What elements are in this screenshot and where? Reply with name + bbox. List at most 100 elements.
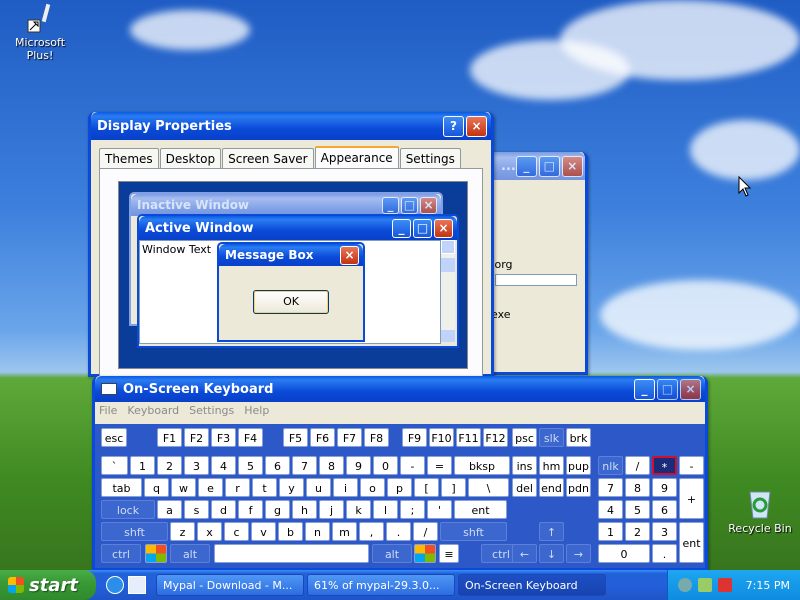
help-button[interactable]: ?	[443, 115, 464, 137]
key-1-7[interactable]: 7	[292, 456, 317, 475]
key-1-18[interactable]: /	[625, 456, 650, 475]
key-1-13[interactable]: bksp	[454, 456, 510, 475]
key-3-12[interactable]: ent	[454, 500, 507, 519]
spacebar-key[interactable]	[214, 544, 369, 563]
key-1-9[interactable]: 9	[346, 456, 371, 475]
key-5-6[interactable]: →	[566, 544, 591, 563]
key-0-10[interactable]: F10	[429, 428, 454, 447]
key-2-12[interactable]: ]	[441, 478, 466, 497]
key-2-15[interactable]: end	[539, 478, 564, 497]
background-window[interactable]: ... _ □ × .org exe	[478, 152, 588, 375]
key-1-20[interactable]: -	[679, 456, 704, 475]
key-5-1[interactable]: alt	[170, 544, 210, 563]
key-1-14[interactable]: ins	[512, 456, 537, 475]
key-1-12[interactable]: =	[427, 456, 452, 475]
close-button[interactable]: ×	[466, 115, 487, 137]
menu-key-icon[interactable]: ≡	[439, 544, 459, 563]
key-2-5[interactable]: t	[252, 478, 277, 497]
close-button[interactable]: ×	[680, 378, 701, 400]
key-0-5[interactable]: F5	[283, 428, 308, 447]
key-5-7[interactable]: 0	[598, 544, 650, 563]
key-4-4[interactable]: v	[251, 522, 276, 541]
key-0-14[interactable]: slk	[539, 428, 564, 447]
key-3-0[interactable]: lock	[101, 500, 155, 519]
network-icon[interactable]	[697, 578, 712, 592]
key-1-15[interactable]: hm	[539, 456, 564, 475]
key-3-4[interactable]: f	[238, 500, 263, 519]
key-2-2[interactable]: w	[171, 478, 196, 497]
key-3-5[interactable]: g	[265, 500, 290, 519]
key-1-11[interactable]: -	[400, 456, 425, 475]
key-1-0[interactable]: `	[101, 456, 128, 475]
key-0-6[interactable]: F6	[310, 428, 335, 447]
key-2-0[interactable]: tab	[101, 478, 142, 497]
key-2-8[interactable]: i	[333, 478, 358, 497]
key-4-11[interactable]: shft	[440, 522, 507, 541]
key-0-2[interactable]: F2	[184, 428, 209, 447]
key-1-8[interactable]: 8	[319, 456, 344, 475]
close-button[interactable]: ×	[561, 155, 583, 177]
key-3-6[interactable]: h	[292, 500, 317, 519]
osk-titlebar[interactable]: On-Screen Keyboard _ □ ×	[95, 376, 705, 402]
key-4-14[interactable]: 2	[625, 522, 650, 541]
key-1-10[interactable]: 0	[373, 456, 398, 475]
key-5-8[interactable]: .	[652, 544, 677, 563]
key-4-5[interactable]: b	[278, 522, 303, 541]
show-desktop-icon[interactable]	[128, 576, 146, 594]
key-0-11[interactable]: F11	[456, 428, 481, 447]
key-2-1[interactable]: q	[144, 478, 169, 497]
key-4-8[interactable]: ,	[359, 522, 384, 541]
key-4-3[interactable]: c	[224, 522, 249, 541]
windows-key-icon[interactable]	[414, 544, 436, 563]
key-0-12[interactable]: F12	[483, 428, 508, 447]
taskbar-item-osk[interactable]: On-Screen Keyboard	[458, 574, 606, 596]
maximize-button[interactable]: □	[538, 155, 560, 177]
tab-settings[interactable]: Settings	[399, 148, 461, 170]
key-2-14[interactable]: del	[512, 478, 537, 497]
key-1-1[interactable]: 1	[130, 456, 155, 475]
key-2-7[interactable]: u	[306, 478, 331, 497]
key-2-9[interactable]: o	[360, 478, 385, 497]
key-3-15[interactable]: 6	[652, 500, 677, 519]
key-1-6[interactable]: 6	[265, 456, 290, 475]
menu-file[interactable]: File	[99, 402, 117, 420]
start-button[interactable]: start	[0, 570, 96, 600]
taskbar-item-mypal[interactable]: Mypal - Download - M...	[156, 574, 304, 596]
key-3-7[interactable]: j	[319, 500, 344, 519]
key-2-20[interactable]: +	[679, 478, 704, 519]
menu-help[interactable]: Help	[244, 402, 269, 420]
key-0-0[interactable]: esc	[101, 428, 127, 447]
key-2-11[interactable]: [	[414, 478, 439, 497]
key-2-10[interactable]: p	[387, 478, 412, 497]
key-0-7[interactable]: F7	[337, 428, 362, 447]
key-0-3[interactable]: F3	[211, 428, 236, 447]
key-1-4[interactable]: 4	[211, 456, 236, 475]
key-1-17[interactable]: nlk	[598, 456, 623, 475]
key-1-3[interactable]: 3	[184, 456, 209, 475]
key-2-6[interactable]: y	[279, 478, 304, 497]
key-5-2[interactable]: alt	[372, 544, 412, 563]
tab-screen-saver[interactable]: Screen Saver	[222, 148, 314, 170]
key-3-1[interactable]: a	[157, 500, 182, 519]
key-2-16[interactable]: pdn	[566, 478, 591, 497]
key-4-1[interactable]: z	[170, 522, 195, 541]
key-2-19[interactable]: 9	[652, 478, 677, 497]
key-3-13[interactable]: 4	[598, 500, 623, 519]
key-2-18[interactable]: 8	[625, 478, 650, 497]
key-2-17[interactable]: 7	[598, 478, 623, 497]
display-properties-window[interactable]: Display Properties ? × Themes Desktop Sc…	[88, 112, 494, 380]
key-5-5[interactable]: ↓	[539, 544, 564, 563]
partial-input[interactable]	[495, 274, 577, 286]
key-2-4[interactable]: r	[225, 478, 250, 497]
windows-key-icon[interactable]	[145, 544, 167, 563]
clock[interactable]: 7:15 PM	[746, 579, 790, 592]
key-4-15[interactable]: 3	[652, 522, 677, 541]
key-4-7[interactable]: m	[332, 522, 357, 541]
key-0-4[interactable]: F4	[238, 428, 263, 447]
key-2-13[interactable]: \	[468, 478, 509, 497]
maximize-button[interactable]: □	[657, 378, 678, 400]
menu-keyboard[interactable]: Keyboard	[127, 402, 179, 420]
key-0-13[interactable]: psc	[512, 428, 537, 447]
key-0-15[interactable]: brk	[566, 428, 591, 447]
taskbar-item-download[interactable]: 61% of mypal-29.3.0...	[307, 574, 455, 596]
